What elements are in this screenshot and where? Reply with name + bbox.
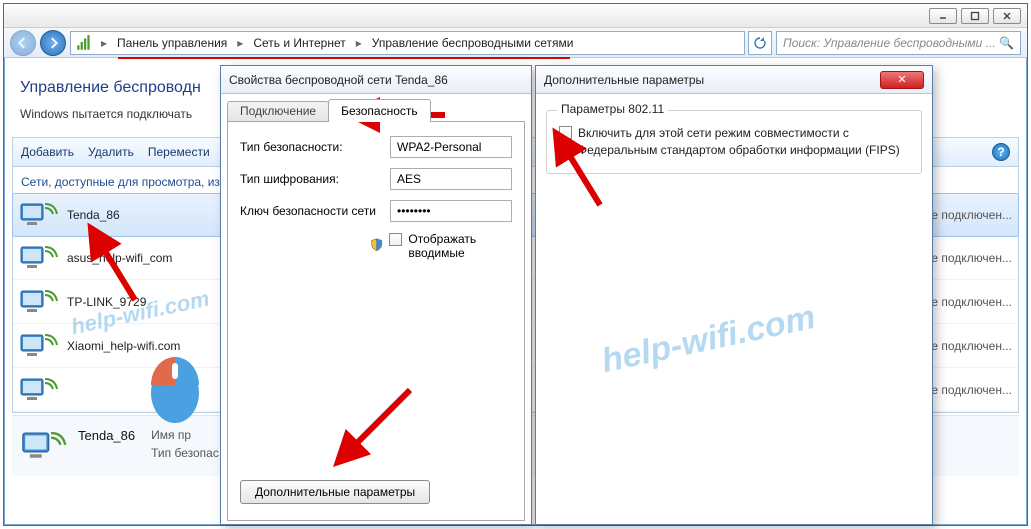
group-80211: Параметры 802.11 Включить для этой сети … — [546, 110, 922, 174]
network-icon — [19, 373, 59, 407]
search-icon: 🔍 — [999, 36, 1014, 50]
properties-dialog: Свойства беспроводной сети Tenda_86 Подк… — [220, 65, 532, 525]
selected-meta-1: Имя пр — [151, 426, 219, 444]
network-status: е подключен... — [931, 339, 1012, 353]
network-icon — [19, 198, 59, 232]
mouse-icon — [145, 345, 205, 425]
toolbar-remove[interactable]: Удалить — [88, 145, 134, 159]
nav-forward-button[interactable] — [40, 30, 66, 56]
checkbox-icon — [389, 233, 402, 246]
toolbar-add[interactable]: Добавить — [21, 145, 74, 159]
shield-icon — [370, 238, 383, 254]
dialog-title: Дополнительные параметры — [544, 73, 704, 87]
close-button[interactable] — [993, 8, 1021, 24]
network-status: е подключен... — [931, 295, 1012, 309]
toolbar-move[interactable]: Перемести — [148, 145, 210, 159]
checkbox-icon — [559, 126, 572, 139]
chevron-right-icon: ▸ — [352, 36, 366, 50]
network-icon — [19, 241, 59, 275]
selected-meta-2: Тип безопас — [151, 444, 219, 462]
group-legend: Параметры 802.11 — [557, 102, 668, 116]
window-titlebar — [4, 4, 1027, 28]
network-status: е подключен... — [931, 383, 1012, 397]
label-security-type: Тип безопасности: — [240, 140, 390, 154]
dialog-title: Свойства беспроводной сети Tenda_86 — [229, 73, 448, 87]
dialog-titlebar: Свойства беспроводной сети Tenda_86 — [221, 66, 531, 94]
breadcrumb-box[interactable]: ▸ Панель управления ▸ Сеть и Интернет ▸ … — [70, 31, 745, 55]
encryption-select[interactable]: AES — [390, 168, 512, 190]
advanced-dialog: Дополнительные параметры ✕ Параметры 802… — [535, 65, 933, 525]
tab-panel-security: Тип безопасности: WPA2-Personal Тип шифр… — [227, 121, 525, 521]
selected-name: Tenda_86 — [78, 426, 135, 446]
network-status: е подключен... — [931, 208, 1012, 222]
chevron-right-icon: ▸ — [97, 36, 111, 50]
help-icon[interactable]: ? — [992, 143, 1010, 161]
chevron-right-icon: ▸ — [233, 36, 247, 50]
network-name: Tenda_86 — [67, 208, 120, 222]
network-name: TP-LINK_9729 — [67, 295, 146, 309]
dialog-close-button[interactable]: ✕ — [880, 71, 924, 89]
network-status: е подключен... — [931, 251, 1012, 265]
crumb-wireless-mgmt[interactable]: Управление беспроводными сетями — [366, 32, 580, 54]
security-key-input[interactable]: •••••••• — [390, 200, 512, 222]
network-icon — [19, 285, 59, 319]
search-input[interactable]: Поиск: Управление беспроводными ... 🔍 — [776, 31, 1021, 55]
nav-back-button[interactable] — [10, 30, 36, 56]
network-icon — [19, 329, 59, 363]
refresh-button[interactable] — [748, 31, 772, 55]
label-security-key: Ключ безопасности сети — [240, 204, 390, 218]
tab-security[interactable]: Безопасность — [328, 99, 431, 122]
close-icon: ✕ — [880, 71, 924, 89]
label-encryption: Тип шифрования: — [240, 172, 390, 186]
crumb-network[interactable]: Сеть и Интернет — [247, 32, 351, 54]
network-icon — [20, 426, 68, 466]
security-type-select[interactable]: WPA2-Personal — [390, 136, 512, 158]
crumb-control-panel[interactable]: Панель управления — [111, 32, 233, 54]
advanced-settings-button[interactable]: Дополнительные параметры — [240, 480, 430, 504]
fips-checkbox[interactable]: Включить для этой сети режим совместимос… — [559, 125, 909, 159]
dialog-titlebar: Дополнительные параметры ✕ — [536, 66, 932, 94]
address-bar: ▸ Панель управления ▸ Сеть и Интернет ▸ … — [4, 28, 1027, 58]
search-placeholder: Поиск: Управление беспроводными ... — [783, 36, 996, 50]
show-chars-checkbox[interactable]: Отображать вводимые — [389, 232, 512, 260]
minimize-button[interactable] — [929, 8, 957, 24]
annotation-underline — [118, 57, 570, 59]
maximize-button[interactable] — [961, 8, 989, 24]
wireless-icon — [75, 35, 93, 51]
network-name: asus_help-wifi_com — [67, 251, 172, 265]
